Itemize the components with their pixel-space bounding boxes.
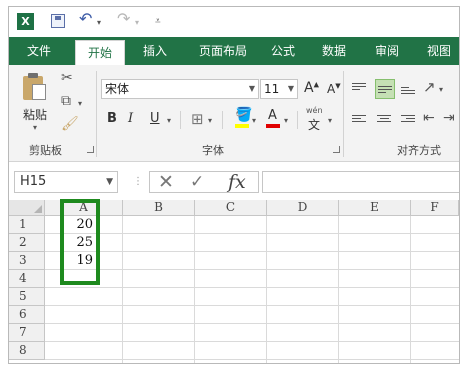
font-launcher-icon[interactable]: [333, 146, 340, 153]
clipboard-group-label: 剪贴板: [29, 144, 62, 157]
tab-page-layout[interactable]: 页面布局: [193, 37, 253, 65]
orientation-icon[interactable]: ↗: [423, 78, 436, 96]
column-header-e[interactable]: E: [339, 200, 411, 216]
paste-dropdown-icon[interactable]: ▾: [33, 123, 37, 132]
chevron-down-icon: ▼: [106, 177, 113, 187]
redo-dropdown-icon[interactable]: ▾: [135, 18, 139, 27]
column-header-c[interactable]: C: [195, 200, 267, 216]
clipboard-launcher-icon[interactable]: [87, 146, 94, 153]
chevron-down-icon: ▼: [287, 84, 294, 93]
formula-input[interactable]: [262, 171, 459, 193]
copy-dropdown-icon[interactable]: ▾: [78, 99, 82, 108]
column-header-f[interactable]: F: [411, 200, 459, 216]
column-header-b[interactable]: B: [123, 200, 195, 216]
font-group-label: 字体: [202, 144, 224, 157]
undo-dropdown-icon[interactable]: ▾: [97, 18, 101, 27]
copy-icon[interactable]: ⧉: [61, 93, 71, 109]
shrink-font-button[interactable]: A▼: [327, 82, 341, 96]
excel-window: X ↶ ▾ ↷ ▾ ⩡ 文件 开始 插入 页面布局 公式 数据 审阅 视图 粘贴…: [8, 6, 460, 364]
decrease-indent-icon[interactable]: ⇤: [423, 110, 435, 126]
formula-bar-splitter[interactable]: ⋮: [133, 176, 143, 187]
formula-buttons: ✕ ✓ fx: [149, 171, 259, 193]
save-icon[interactable]: [51, 14, 65, 28]
tab-view[interactable]: 视图: [421, 37, 457, 65]
paste-icon[interactable]: [23, 73, 47, 101]
middle-align-icon: [378, 86, 392, 98]
fill-color-swatch: [235, 124, 249, 128]
phonetic-top: wén: [306, 106, 323, 115]
name-box[interactable]: H15 ▼: [14, 171, 118, 193]
row-header-5[interactable]: 5: [9, 288, 45, 306]
column-header-d[interactable]: D: [267, 200, 339, 216]
increase-indent-icon[interactable]: ⇥: [443, 110, 455, 126]
border-dropdown-icon[interactable]: ▾: [208, 116, 212, 125]
font-name-select[interactable]: 宋体 ▼: [101, 79, 259, 99]
font-color-button[interactable]: A: [268, 108, 277, 123]
row-header-4[interactable]: 4: [9, 270, 45, 288]
highlight-box: [60, 199, 100, 285]
cancel-icon[interactable]: ✕: [158, 172, 174, 192]
tab-review[interactable]: 审阅: [369, 37, 405, 65]
excel-logo-icon: X: [17, 13, 34, 30]
insert-function-button[interactable]: fx: [228, 171, 246, 193]
ribbon-tabs: 文件 开始 插入 页面布局 公式 数据 审阅 视图: [9, 37, 459, 67]
formula-bar: H15 ▼ ⋮ ✕ ✓ fx: [9, 162, 459, 200]
tab-data[interactable]: 数据: [316, 37, 352, 65]
font-color-dropdown-icon[interactable]: ▾: [284, 116, 288, 125]
bold-button[interactable]: B: [107, 111, 117, 126]
tab-home[interactable]: 开始: [75, 40, 126, 67]
row-header-2[interactable]: 2: [9, 234, 45, 252]
orientation-dropdown-icon[interactable]: ▾: [439, 85, 443, 94]
underline-dropdown-icon[interactable]: ▾: [167, 116, 171, 125]
customize-quick-access-icon[interactable]: ⩡: [155, 16, 161, 27]
grow-font-button[interactable]: A▲: [304, 80, 319, 96]
fill-color-dropdown-icon[interactable]: ▾: [252, 116, 256, 125]
fill-color-icon[interactable]: 🪣: [235, 107, 252, 123]
row-header-1[interactable]: 1: [9, 216, 45, 234]
row-header-6[interactable]: 6: [9, 306, 45, 324]
italic-button[interactable]: I: [128, 111, 133, 126]
align-center-icon[interactable]: [377, 115, 391, 127]
select-all-button[interactable]: [9, 200, 45, 216]
top-align-icon[interactable]: [352, 83, 366, 95]
title-bar: X ↶ ▾ ↷ ▾ ⩡: [9, 7, 459, 37]
row-header-7[interactable]: 7: [9, 324, 45, 342]
cut-icon[interactable]: ✂: [61, 70, 73, 86]
font-size-select[interactable]: 11 ▼: [260, 79, 298, 99]
align-right-icon[interactable]: [401, 115, 415, 127]
enter-icon[interactable]: ✓: [190, 172, 204, 192]
row-header-3[interactable]: 3: [9, 252, 45, 270]
ribbon: 粘贴 ▾ ✂ ⧉ ▾ 🖌 剪贴板 宋体 ▼ 11 ▼ A▲ A▼ B I U ▾…: [9, 65, 459, 162]
border-icon[interactable]: ⊞: [191, 110, 204, 128]
format-painter-icon[interactable]: 🖌: [61, 116, 79, 132]
redo-icon[interactable]: ↷: [117, 9, 130, 28]
bottom-align-icon[interactable]: [401, 87, 415, 99]
alignment-group-label: 对齐方式: [397, 144, 441, 157]
phonetic-dropdown-icon[interactable]: ▾: [328, 116, 332, 125]
undo-icon[interactable]: ↶: [79, 9, 92, 28]
underline-button[interactable]: U: [150, 111, 160, 126]
tab-file[interactable]: 文件: [21, 37, 57, 65]
paste-button[interactable]: 粘贴: [23, 106, 47, 123]
font-color-swatch: [266, 124, 280, 128]
row-header-8[interactable]: 8: [9, 342, 45, 360]
tab-insert[interactable]: 插入: [137, 37, 173, 65]
tab-formulas[interactable]: 公式: [265, 37, 301, 65]
align-left-icon[interactable]: [352, 115, 366, 127]
chevron-down-icon: ▼: [248, 84, 255, 93]
phonetic-guide-button[interactable]: 文: [308, 116, 320, 133]
